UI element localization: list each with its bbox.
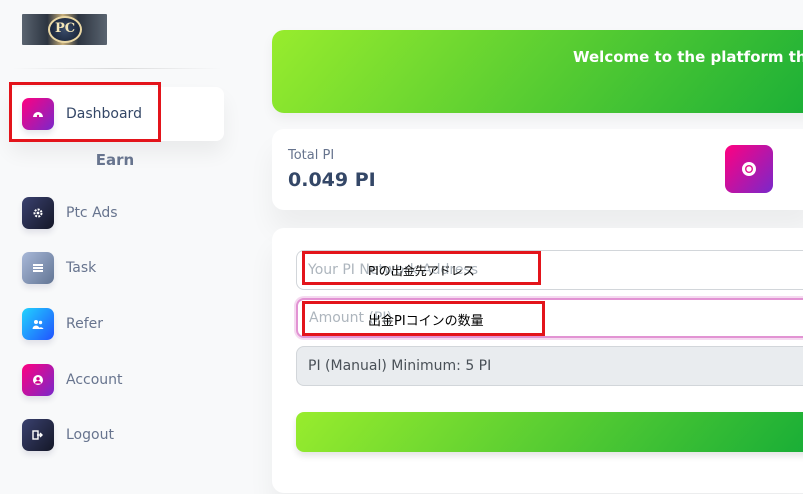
sidebar-divider [12, 68, 222, 69]
stat-label: Total PI [288, 148, 335, 163]
sidebar-item-label: Ptc Ads [66, 205, 118, 221]
sidebar-item-label: Dashboard [66, 106, 142, 122]
users-icon [22, 308, 54, 340]
sidebar-item-task[interactable]: Task [22, 252, 96, 284]
sidebar-item-logout[interactable]: Logout [22, 419, 114, 451]
list-icon [22, 252, 54, 284]
annotation-note-address: PIの出金先アドレス [368, 264, 475, 278]
coin-icon [725, 145, 773, 193]
welcome-banner: Welcome to the platform that [272, 30, 803, 113]
sidebar-item-label: Task [66, 260, 97, 276]
withdraw-method-select[interactable]: PI (Manual) Minimum: 5 PI [296, 346, 803, 386]
banner-text: Welcome to the platform that [573, 48, 803, 66]
sidebar-item-ptc-ads[interactable]: Ptc Ads [22, 197, 118, 229]
section-title-earn: Earn [95, 151, 135, 169]
sidebar-item-refer[interactable]: Refer [22, 308, 103, 340]
logout-icon [22, 419, 54, 451]
user-circle-icon [22, 364, 54, 396]
withdraw-submit-button[interactable] [296, 412, 803, 452]
sidebar-item-label: Refer [66, 316, 104, 332]
withdraw-form-card: PI (Manual) Minimum: 5 PI [272, 228, 803, 493]
dashboard-icon [22, 98, 54, 130]
annotation-note-amount: 出金PIコインの数量 [368, 314, 484, 329]
sidebar-item-label: Logout [66, 427, 114, 443]
sidebar-item-account[interactable]: Account [22, 364, 123, 396]
withdraw-method-value: PI (Manual) Minimum: 5 PI [308, 358, 492, 374]
stat-value: 0.049 PI [288, 169, 376, 191]
total-pi-card: Total PI 0.049 PI [272, 129, 803, 210]
site-logo[interactable]: PC [22, 14, 107, 45]
sidebar-item-dashboard[interactable]: Dashboard [22, 98, 142, 130]
gear-icon [22, 197, 54, 229]
logo-text: PC [54, 21, 76, 36]
sidebar-item-label: Account [66, 372, 123, 388]
